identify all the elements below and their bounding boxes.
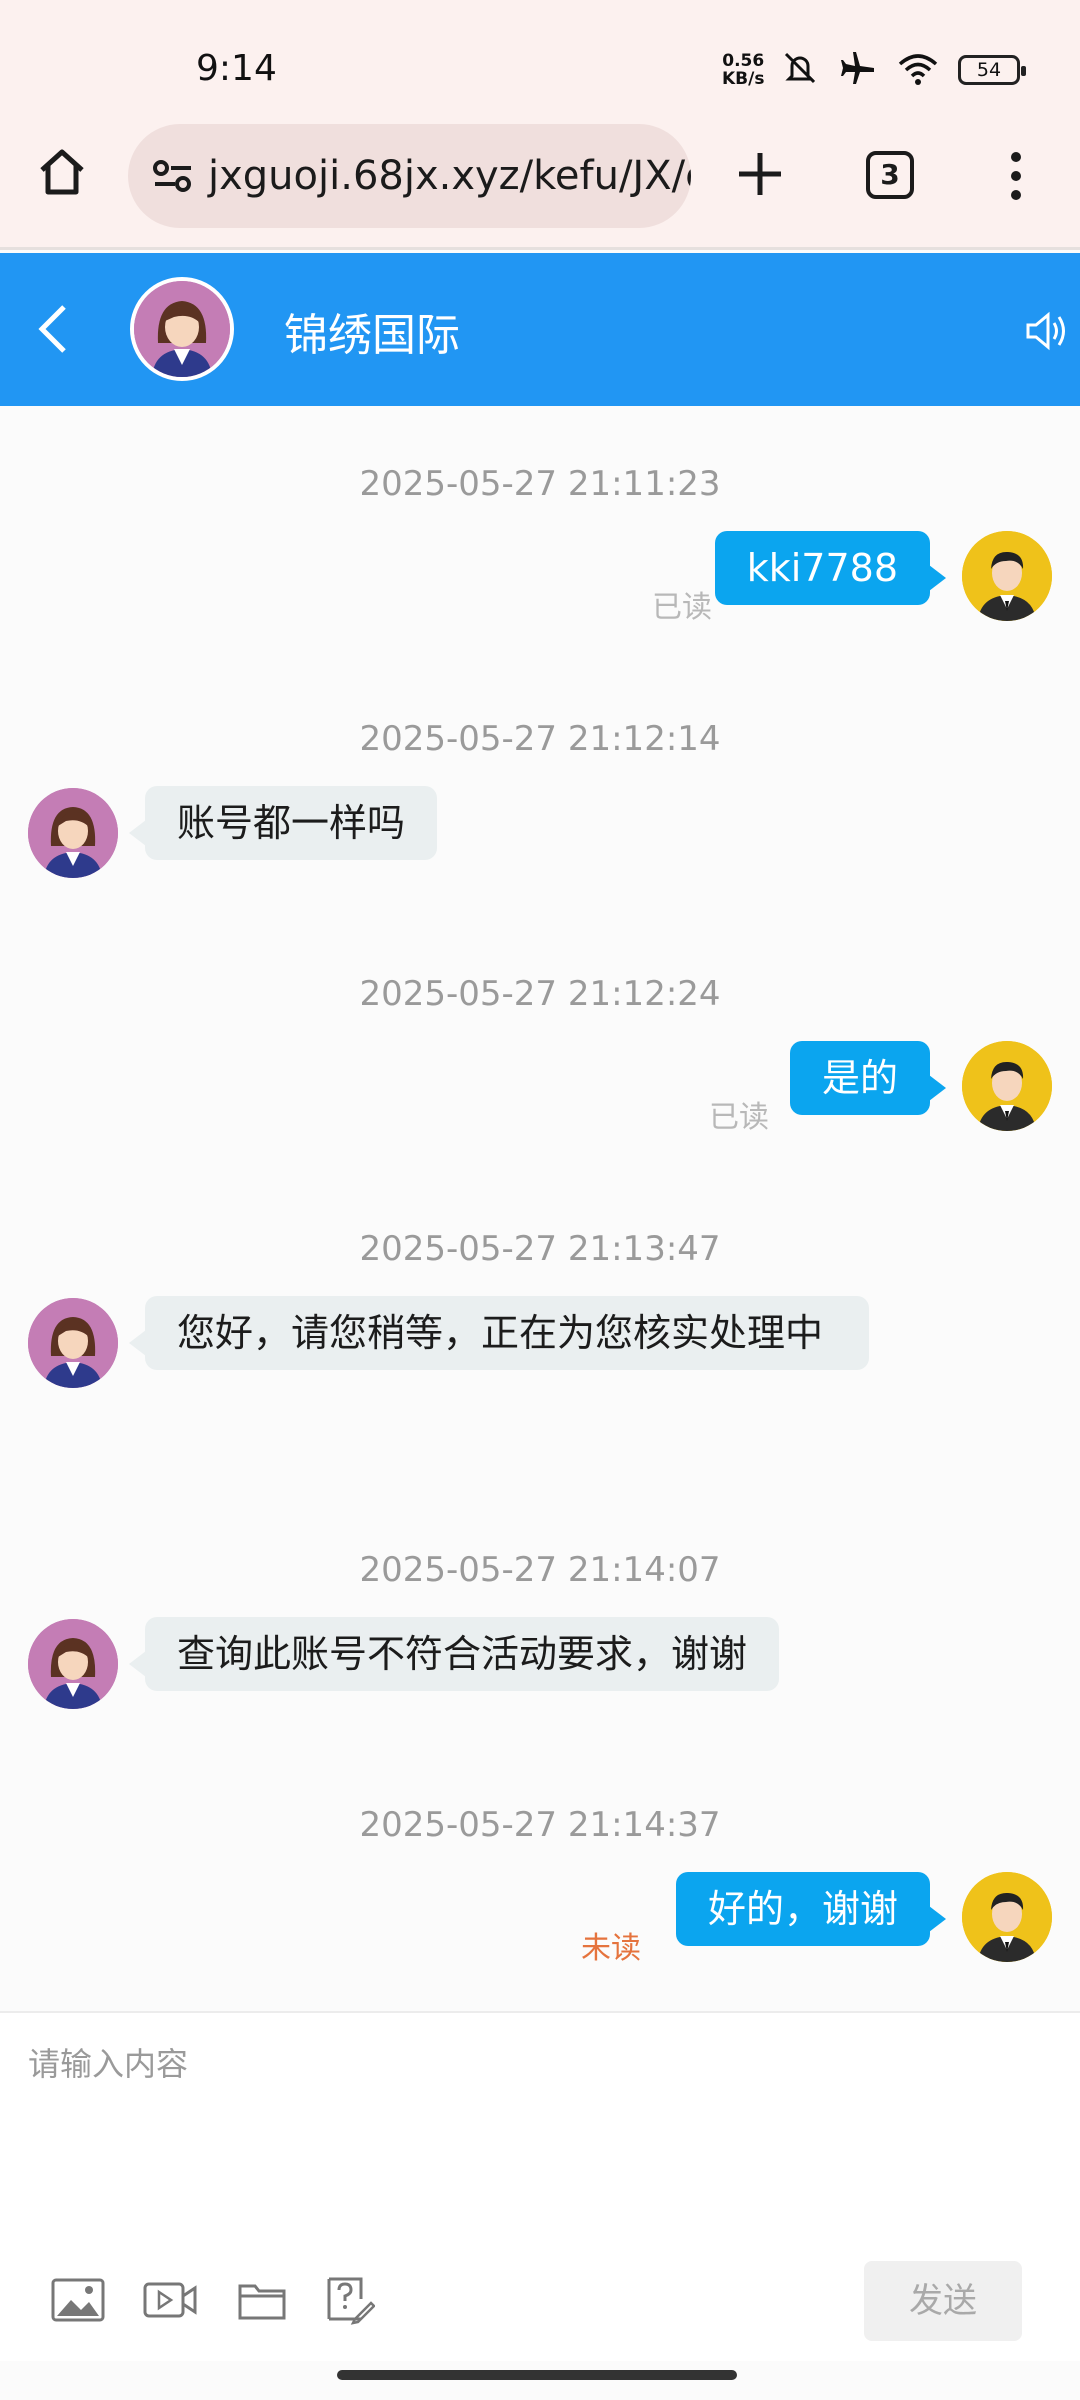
read-status: 已读 <box>652 590 712 625</box>
url-bar[interactable]: jxguoji.68jx.xyz/kefu/JX/e <box>128 124 691 228</box>
user-message-bubble[interactable]: kki7788 <box>714 531 947 605</box>
plus-icon <box>739 153 781 195</box>
composer: 发送 <box>0 2011 1080 2361</box>
chat-header: 锦绣国际 <box>0 253 1080 406</box>
video-icon <box>143 2282 197 2318</box>
message-list[interactable]: 2025-05-27 21:11:23 已读 kki7788 2025-05-2… <box>0 406 1080 2011</box>
battery-icon: 54 <box>958 55 1026 85</box>
mute-icon <box>780 48 820 92</box>
speaker-icon <box>1026 311 1065 351</box>
agent-message-bubble[interactable]: 您好，请您稍等，正在为您核实处理中 <box>129 1296 869 1370</box>
back-button[interactable] <box>22 297 82 361</box>
image-icon <box>51 2278 105 2322</box>
menu-dot <box>1011 171 1021 181</box>
message-timestamp: 2025-05-27 21:12:24 <box>359 974 721 1014</box>
chat-title: 锦绣国际 <box>284 310 460 361</box>
back-arrow-icon <box>38 305 66 353</box>
menu-dot <box>1011 190 1021 200</box>
browser-menu-button[interactable] <box>998 146 1034 206</box>
send-button[interactable]: 发送 <box>864 2261 1022 2341</box>
user-message-bubble[interactable]: 是的 <box>789 1041 947 1115</box>
user-message-bubble[interactable]: 好的，谢谢 <box>675 1872 947 1946</box>
send-image-button[interactable] <box>50 2275 106 2325</box>
sound-toggle-button[interactable] <box>1024 303 1080 359</box>
user-avatar <box>962 1041 1052 1131</box>
user-avatar <box>962 531 1052 621</box>
network-speed: 0.56 KB/s <box>722 51 765 89</box>
status-icons: 54 <box>780 48 1026 92</box>
wifi-icon <box>896 48 940 92</box>
message-timestamp: 2025-05-27 21:13:47 <box>359 1229 721 1269</box>
folder-icon <box>238 2284 286 2320</box>
message-timestamp: 2025-05-27 21:14:07 <box>359 1550 721 1590</box>
question-icon <box>327 2277 375 2325</box>
home-button[interactable] <box>30 140 94 204</box>
new-tab-button[interactable] <box>730 144 790 204</box>
agent-avatar <box>28 1619 118 1709</box>
tab-switcher-button[interactable]: 3 <box>866 151 914 199</box>
read-status: 已读 <box>709 1100 769 1135</box>
agent-avatar <box>28 1298 118 1388</box>
message-timestamp: 2025-05-27 21:11:23 <box>359 464 721 504</box>
send-video-button[interactable] <box>142 2275 198 2325</box>
menu-dot <box>1011 152 1021 162</box>
status-time: 9:14 <box>196 48 277 89</box>
send-file-button[interactable] <box>234 2275 290 2325</box>
read-status: 未读 <box>581 1931 641 1966</box>
home-icon <box>40 149 84 195</box>
user-avatar <box>962 1872 1052 1962</box>
message-input[interactable] <box>28 2039 1048 2199</box>
url-text: jxguoji.68jx.xyz/kefu/JX/e <box>208 153 691 199</box>
agent-avatar <box>130 277 234 381</box>
browser-chrome: 9:14 0.56 KB/s 54 jxguoji.68jx.xyz/kefu/… <box>0 0 1080 250</box>
faq-button[interactable] <box>322 2275 378 2325</box>
agent-message-bubble[interactable]: 查询此账号不符合活动要求，谢谢 <box>128 1617 780 1691</box>
airplane-icon <box>838 48 878 92</box>
agent-avatar <box>28 788 118 878</box>
message-timestamp: 2025-05-27 21:14:37 <box>359 1805 721 1845</box>
message-timestamp: 2025-05-27 21:12:14 <box>359 719 721 759</box>
home-indicator[interactable] <box>337 2370 737 2380</box>
site-settings-icon[interactable] <box>148 151 198 201</box>
agent-message-bubble[interactable]: 账号都一样吗 <box>128 786 438 860</box>
